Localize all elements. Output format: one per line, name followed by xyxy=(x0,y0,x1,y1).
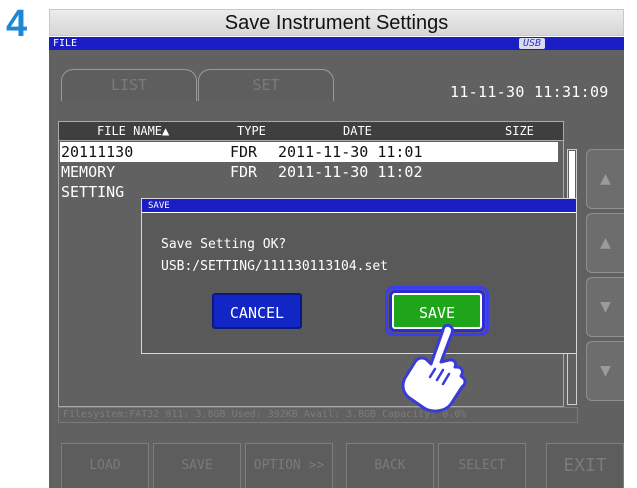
usb-badge: USB xyxy=(519,38,546,49)
triangle-down-icon: ▼ xyxy=(600,363,611,379)
file-type: FDR xyxy=(230,163,258,181)
file-date: 2011-11-30 11:01 xyxy=(278,143,423,161)
col-header-type[interactable]: TYPE xyxy=(237,122,266,140)
col-header-size[interactable]: SIZE xyxy=(505,122,534,140)
back-button[interactable]: BACK xyxy=(346,443,434,488)
scroll-thumb[interactable] xyxy=(569,151,575,203)
triangle-down-icon: ▼ xyxy=(600,299,611,315)
instrument-screen: FILE USB LIST SET 11-11-30 11:31:09 FILE… xyxy=(49,37,624,488)
triangle-up-icon: ▲ xyxy=(600,171,611,187)
tab-set[interactable]: SET xyxy=(198,69,334,101)
tab-list[interactable]: LIST xyxy=(61,69,197,101)
cancel-button[interactable]: CANCEL xyxy=(212,293,302,329)
page-up-button[interactable]: ▲ xyxy=(586,213,624,273)
file-name: MEMORY xyxy=(61,163,116,181)
table-header: FILE NAME▲ TYPE DATE SIZE xyxy=(59,122,563,141)
file-name: SETTING xyxy=(61,183,125,201)
table-row[interactable]: 20111130 FDR 2011-11-30 11:01 xyxy=(60,142,558,162)
screen-header-bar: FILE USB xyxy=(49,37,624,50)
file-type: FDR xyxy=(230,143,258,161)
page-down-button[interactable]: ▼ xyxy=(586,277,624,337)
step-title: Save Instrument Settings xyxy=(49,9,624,36)
scroll-down-button[interactable]: ▼ xyxy=(586,341,624,401)
file-date: 2011-11-30 11:02 xyxy=(278,163,423,181)
datetime-display: 11-11-30 11:31:09 xyxy=(450,83,609,101)
exit-button[interactable]: EXIT xyxy=(546,443,624,488)
load-button[interactable]: LOAD xyxy=(61,443,149,488)
save-confirm-dialog: SAVE Save Setting OK? USB:/SETTING/11113… xyxy=(141,198,577,354)
dialog-message: Save Setting OK? xyxy=(161,237,287,252)
triangle-up-icon: ▲ xyxy=(600,235,611,251)
select-button[interactable]: SELECT xyxy=(438,443,526,488)
save-function-button[interactable]: SAVE xyxy=(153,443,241,488)
option-button[interactable]: OPTION >> xyxy=(245,443,333,488)
col-header-file-name[interactable]: FILE NAME▲ xyxy=(97,122,169,140)
dialog-file-path: USB:/SETTING/111130113104.set xyxy=(161,259,388,274)
file-name: 20111130 xyxy=(61,143,134,161)
screen-label: FILE xyxy=(53,38,78,49)
step-number: 4 xyxy=(6,3,28,45)
filesystem-status: Filesystem:FAT32 011: 3.8GB Used: 392KB … xyxy=(58,407,578,423)
col-header-date[interactable]: DATE xyxy=(343,122,372,140)
pointing-hand-icon xyxy=(401,324,467,413)
table-row[interactable]: MEMORY FDR 2011-11-30 11:02 xyxy=(60,162,558,182)
dialog-title: SAVE xyxy=(142,199,576,213)
scroll-up-button[interactable]: ▲ xyxy=(586,149,624,209)
